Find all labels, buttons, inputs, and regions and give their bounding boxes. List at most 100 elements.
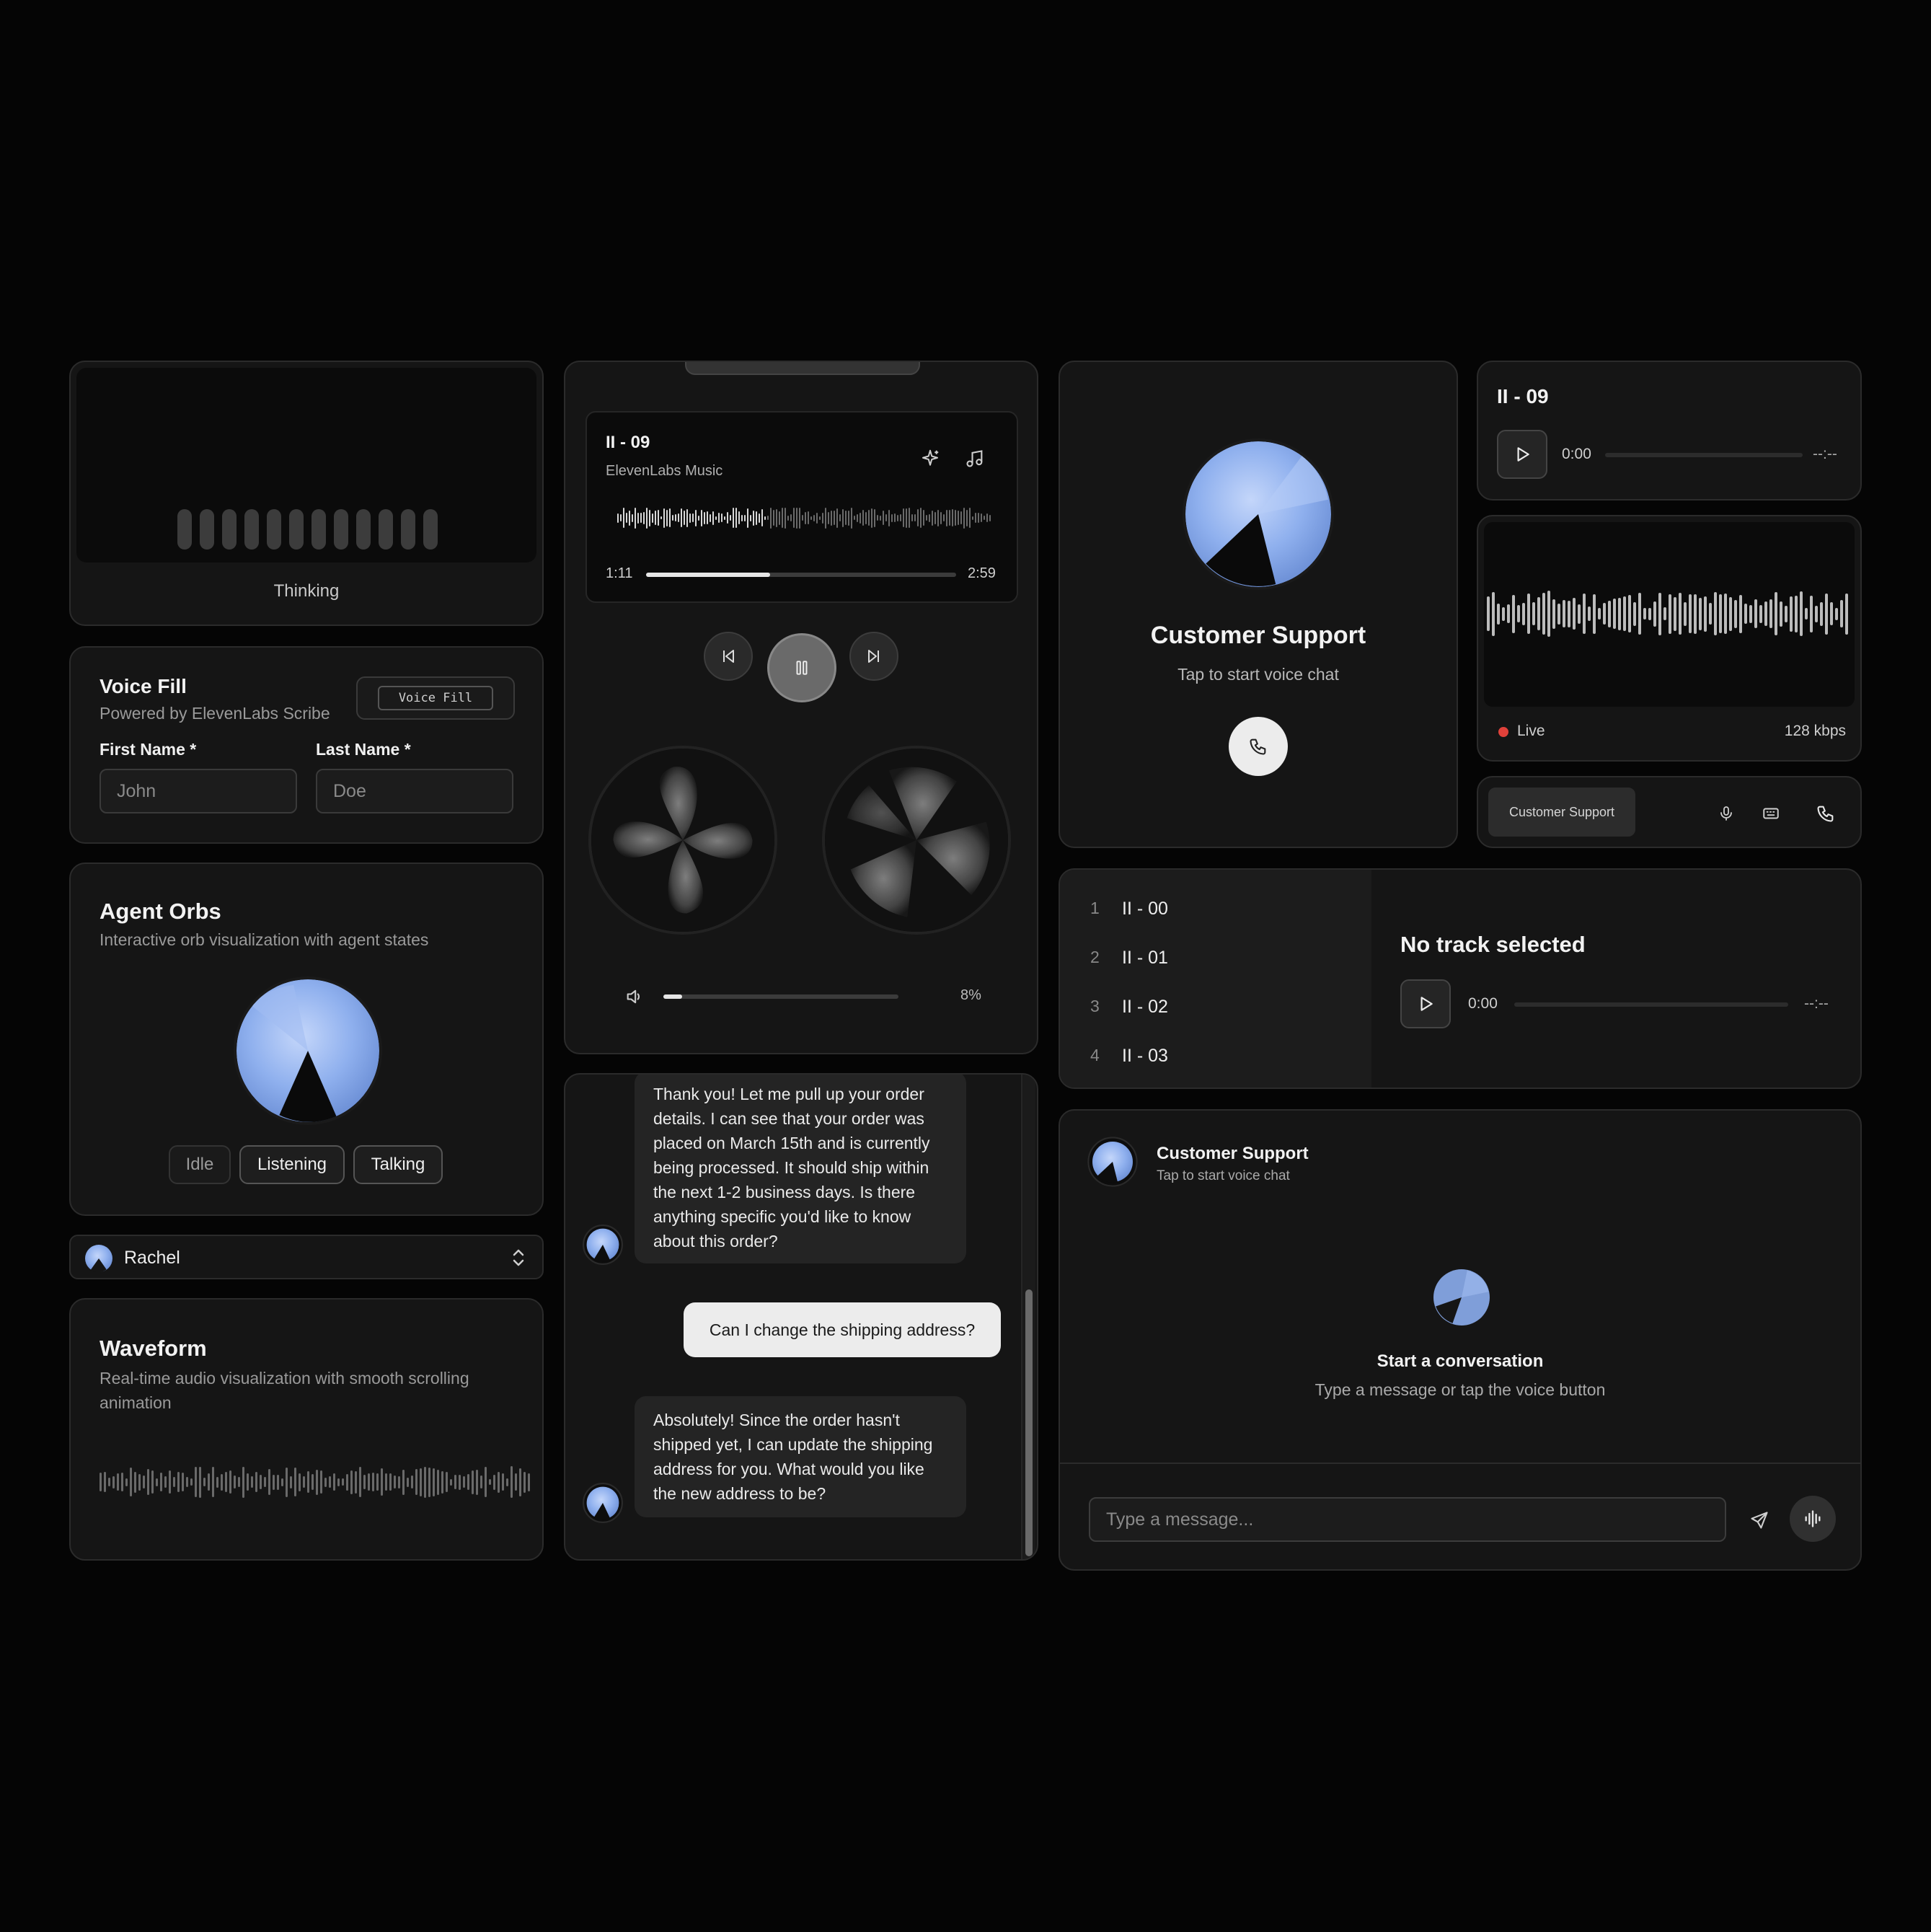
waveform-bar (407, 1477, 409, 1487)
waveform-bar (523, 1471, 526, 1493)
first-name-input[interactable]: John (100, 769, 297, 813)
mini-time: 0:00 (1562, 446, 1591, 462)
music-note-icon[interactable] (960, 444, 989, 473)
drag-handle[interactable] (685, 362, 920, 375)
waveform-bar (1734, 599, 1737, 628)
waveform-bar (1724, 594, 1727, 634)
waveform-bar (958, 511, 959, 525)
microphone-icon[interactable] (1712, 799, 1741, 828)
skip-back-icon (723, 650, 734, 663)
waveform-bar (350, 1470, 353, 1494)
track-row[interactable]: 2 II - 01 (1090, 948, 1350, 979)
gray-orb-right[interactable] (822, 746, 1011, 935)
waveform-bar (640, 513, 642, 523)
chevron-up-down-icon (511, 1248, 526, 1268)
track-row[interactable]: 3 II - 02 (1090, 997, 1350, 1028)
conversation-card: Customer Support Tap to start voice chat… (1059, 1109, 1862, 1571)
waveform-bar (724, 516, 725, 520)
waveform-bar (147, 1469, 149, 1495)
waveform-bar (164, 1476, 167, 1488)
mini-progress-track[interactable] (1605, 453, 1803, 457)
waveform-bar (1810, 595, 1813, 632)
voice-select[interactable]: Rachel (69, 1235, 544, 1279)
waveform-bar (1714, 592, 1717, 635)
waveform-bar (1674, 596, 1676, 631)
live-visualizer-panel (1484, 522, 1855, 707)
live-waveform (1487, 588, 1852, 639)
agent-orb[interactable] (234, 976, 382, 1125)
voice-button[interactable] (1790, 1496, 1836, 1542)
live-indicator-dot (1498, 727, 1508, 737)
player-waveform[interactable] (617, 505, 991, 531)
waveform-bar (299, 1473, 301, 1491)
next-button[interactable] (849, 632, 898, 681)
waveform-bar (891, 513, 893, 522)
waveform-bar (333, 1473, 335, 1491)
chat-scrollbar-thumb[interactable] (1025, 1289, 1033, 1556)
call-bar-agent-button[interactable]: Customer Support (1488, 788, 1635, 837)
send-button[interactable] (1744, 1504, 1775, 1536)
state-talking-button[interactable]: Talking (353, 1145, 443, 1184)
state-listening-button[interactable]: Listening (239, 1145, 345, 1184)
waveform-bar (117, 1473, 119, 1491)
tracklist-play-button[interactable] (1400, 979, 1451, 1028)
voice-fill-button[interactable]: Voice Fill (356, 676, 515, 720)
waveform-bar (1593, 594, 1596, 634)
waveform-bar (831, 510, 832, 526)
waveform-bar (1820, 601, 1823, 626)
waveform-visualizer (100, 1465, 530, 1499)
play-icon (1517, 447, 1529, 462)
conversation-avatar-icon (1087, 1137, 1138, 1187)
waveform-bar (138, 1473, 141, 1491)
waveform-bar (498, 1471, 500, 1493)
volume-icon[interactable] (624, 987, 645, 1007)
mini-play-button[interactable] (1497, 430, 1547, 479)
waveform-bar (1739, 594, 1742, 633)
track-row[interactable]: 4 II - 03 (1090, 1046, 1350, 1077)
state-idle-button[interactable]: Idle (169, 1145, 231, 1184)
thinking-bar (267, 509, 281, 550)
waveform-bar (626, 513, 627, 523)
start-call-button[interactable] (1229, 717, 1288, 776)
waveform-bar (255, 1472, 257, 1492)
thinking-visualizer (76, 368, 536, 563)
keyboard-icon[interactable] (1755, 799, 1787, 828)
waveform-bar (715, 516, 717, 520)
voice-select-value: Rachel (124, 1248, 180, 1268)
waveform-bar (346, 1473, 348, 1491)
waveform-bar (1658, 592, 1661, 635)
phone-call-icon[interactable] (1810, 798, 1842, 829)
support-orb[interactable] (1183, 438, 1334, 590)
waveform-bar (1669, 594, 1671, 634)
message-input[interactable]: Type a message... (1089, 1497, 1726, 1542)
waveform-bar (796, 507, 797, 529)
previous-button[interactable] (704, 632, 753, 681)
thinking-bar (222, 509, 237, 550)
waveform-bar (764, 516, 766, 520)
waveform-bar (984, 516, 985, 520)
mini-player-card: II - 09 0:00 --:-- (1477, 361, 1862, 500)
chat-scrollbar[interactable] (1021, 1075, 1035, 1559)
waveform-bar (234, 1476, 236, 1488)
waveform-bar (681, 508, 682, 527)
waveform-bar (663, 508, 665, 528)
gray-orb-left[interactable] (588, 746, 777, 935)
waveform-bar (212, 1467, 214, 1497)
waveform-bar (1522, 602, 1525, 625)
waveform-bar (1557, 603, 1560, 625)
waveform-bar (701, 509, 702, 526)
volume-track[interactable] (663, 994, 898, 999)
thinking-bar (311, 509, 326, 550)
waveform-bar (160, 1473, 162, 1491)
tracklist-progress-track[interactable] (1514, 1002, 1788, 1007)
track-row[interactable]: 1 II - 00 (1090, 899, 1350, 930)
conversation-header-title: Customer Support (1157, 1144, 1309, 1163)
waveform-subtitle: Real-time audio visualization with smoot… (100, 1369, 469, 1412)
sparkle-icon[interactable] (916, 444, 945, 473)
pause-button[interactable] (767, 633, 836, 702)
progress-track[interactable] (646, 573, 956, 577)
waveform-bar (1830, 602, 1833, 625)
last-name-input[interactable]: Doe (316, 769, 513, 813)
thinking-bar (200, 509, 214, 550)
thinking-card: Thinking (69, 361, 544, 626)
